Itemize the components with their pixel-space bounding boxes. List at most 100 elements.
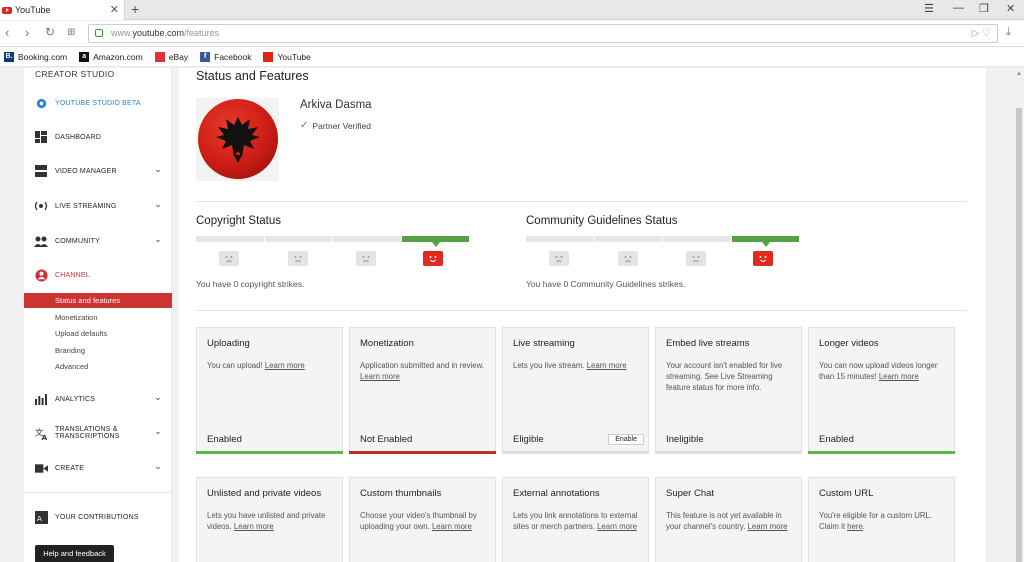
sidebar-item-video-manager[interactable]: VIDEO MANAGER ⌄ [24,161,172,181]
tiles-icon[interactable]: ⊞ [67,27,75,38]
url-path: /features [184,28,220,38]
chevron-down-icon[interactable]: ⌄ [154,461,162,472]
sidebar-item-gear[interactable]: YOUTUBE STUDIO BETA [24,93,172,113]
feature-card-description: Lets you have unlisted and private video… [207,510,337,532]
sidebar-item-live[interactable]: LIVE STREAMING ⌄ [24,196,172,216]
feature-card-uploading: Uploading You can upload! Learn more Enabl… [196,327,343,454]
sidebar-item-analytics[interactable]: ANALYTICS ⌄ [24,389,172,409]
bookmark-ebay[interactable]: eBay [154,51,188,62]
translate-icon: 文A [34,426,48,440]
feature-card-description: Choose your video's thumbnail by uploadi… [360,510,490,532]
close-tab-icon[interactable]: ✕ [110,3,119,16]
copyright-meter-segment [196,236,264,242]
chevron-down-icon[interactable]: ⌄ [154,426,162,437]
scrollbar-thumb[interactable] [1016,108,1022,562]
sidebar-title: CREATOR STUDIO [35,69,115,79]
forward-icon[interactable]: › [25,25,29,40]
feature-card-longer-videos: Longer videos You can now upload videos l… [808,327,955,454]
scroll-up-icon[interactable]: ▲ [1016,71,1022,77]
chevron-down-icon[interactable]: ⌄ [154,392,162,403]
menu-icon[interactable]: ☰ [924,2,934,15]
channel-icon [34,268,48,282]
copyright-sad-face-icon [219,251,239,266]
learn-more-link[interactable]: Learn more [360,372,400,381]
svg-text:A: A [36,514,41,523]
feature-card-title: Embed live streams [666,338,750,349]
minimize-icon[interactable]: — [953,2,964,14]
bookmark-bookingcom[interactable]: B. Booking.com [4,51,67,62]
eagle-icon [216,117,260,163]
feature-card-title: Super Chat [666,488,715,499]
learn-more-link[interactable]: Learn more [265,361,305,370]
feature-card-desc-text: You're eligible for a custom URL. Claim … [819,511,933,531]
feature-card-status: Not Enabled [360,434,413,445]
reload-icon[interactable]: ↻ [45,25,55,39]
channel-subitem-advanced[interactable]: Advanced [24,359,172,374]
help-feedback-button[interactable]: Help and feedback [35,545,114,562]
restore-icon[interactable]: ❐ [979,2,989,15]
feature-card-desc-text: Your account isn't enabled for live stre… [666,361,783,392]
download-icon[interactable]: ⤓ [1006,26,1011,39]
section-divider [196,310,967,311]
live-icon [34,199,48,213]
copyright-sad-face-icon [288,251,308,266]
bookmark-heart-icon[interactable]: ▷ ♡ [972,25,991,42]
feature-card-description: Lets you link annotations to external si… [513,510,643,532]
feature-card-description: This feature is not yet available in you… [666,510,796,532]
bookmark-amazoncom[interactable]: a Amazon.com [79,51,143,62]
back-icon[interactable]: ‹ [5,25,9,40]
creator-studio-sidebar: CREATOR STUDIO YOUTUBE STUDIO BETA DASHBO… [24,68,172,562]
learn-more-link[interactable]: Learn more [587,361,627,370]
community-icon [34,234,48,248]
sidebar-item-dashboard[interactable]: DASHBOARD [24,127,172,147]
community-meter-segment [594,236,662,242]
url-prefix: www. [111,28,133,38]
learn-more-link[interactable]: Learn more [432,522,472,531]
channel-subitem-branding[interactable]: Branding [24,343,172,358]
sidebar-item-channel[interactable]: CHANNEL [24,265,172,285]
channel-avatar[interactable] [196,98,279,181]
window-close-icon[interactable]: ✕ [1006,2,1015,15]
checkmark-icon: ✓ [300,120,309,131]
community-meter-segment [526,236,594,242]
learn-more-link[interactable]: Learn more [879,372,919,381]
url-host: youtube.com [132,28,185,38]
bookmark-youtube[interactable]: YouTube [263,51,311,62]
youtube-icon [263,51,274,62]
copyright-strikes-text: You have 0 copyright strikes. [196,279,305,289]
channel-subitem-upload-defaults[interactable]: Upload defaults [24,326,172,341]
bookmark-facebook[interactable]: f Facebook [200,51,251,62]
page-title: Status and Features [196,69,309,83]
learn-more-link[interactable]: Learn more [597,522,637,531]
sidebar-item-contributions[interactable]: A YOUR CONTRIBUTIONS [24,507,172,527]
browser-tab[interactable]: YouTube ✕ [0,0,125,20]
learn-more-link[interactable]: Learn more [234,522,274,531]
learn-more-link[interactable]: Learn more [748,522,788,531]
address-bar[interactable]: www.youtube.com/features ▷ ♡ [88,24,998,43]
chevron-down-icon[interactable]: ⌄ [154,199,162,210]
tab-title: YouTube [15,5,51,15]
feature-card-embed-live-streams: Embed live streams Your account isn't ena… [655,327,802,454]
channel-subitem-status-and-features[interactable]: Status and features [24,293,172,308]
sidebar-item-translate[interactable]: 文 A TRANSLATIONS & TRANSCRIPTIONS ⌄ [24,423,172,443]
feature-card-description: You can now upload videos longer than 15… [819,360,949,382]
sidebar-item-community[interactable]: COMMUNITY ⌄ [24,231,172,251]
learn-more-link[interactable]: here [847,522,863,531]
chevron-down-icon[interactable]: ⌄ [154,164,162,175]
feature-card-title: External annotations [513,488,600,499]
page-scrollbar[interactable]: ▲ [1014,68,1024,562]
sidebar-item-label: LIVE STREAMING [55,202,117,210]
sidebar-item-label: YOUTUBE STUDIO BETA [55,99,141,107]
new-tab-icon[interactable]: + [131,1,139,17]
channel-name[interactable]: Arkiva Dasma [300,99,372,111]
feature-card-title: Uploading [207,338,250,349]
sidebar-item-label: VIDEO MANAGER [55,167,117,175]
browser-nav-bar: ‹ › ↻ ⊞ www.youtube.com/features ▷ ♡ ⤓ [0,21,1024,47]
enable-live-streaming-button[interactable]: Enable [608,434,644,445]
feature-card-status-bar [196,451,343,454]
chevron-down-icon[interactable]: ⌄ [154,234,162,245]
channel-subitem-monetization[interactable]: Monetization [24,310,172,325]
feature-card-status-bar [502,451,649,454]
community-status-title: Community Guidelines Status [526,215,678,227]
sidebar-item-create[interactable]: CREATE ⌄ [24,458,172,478]
